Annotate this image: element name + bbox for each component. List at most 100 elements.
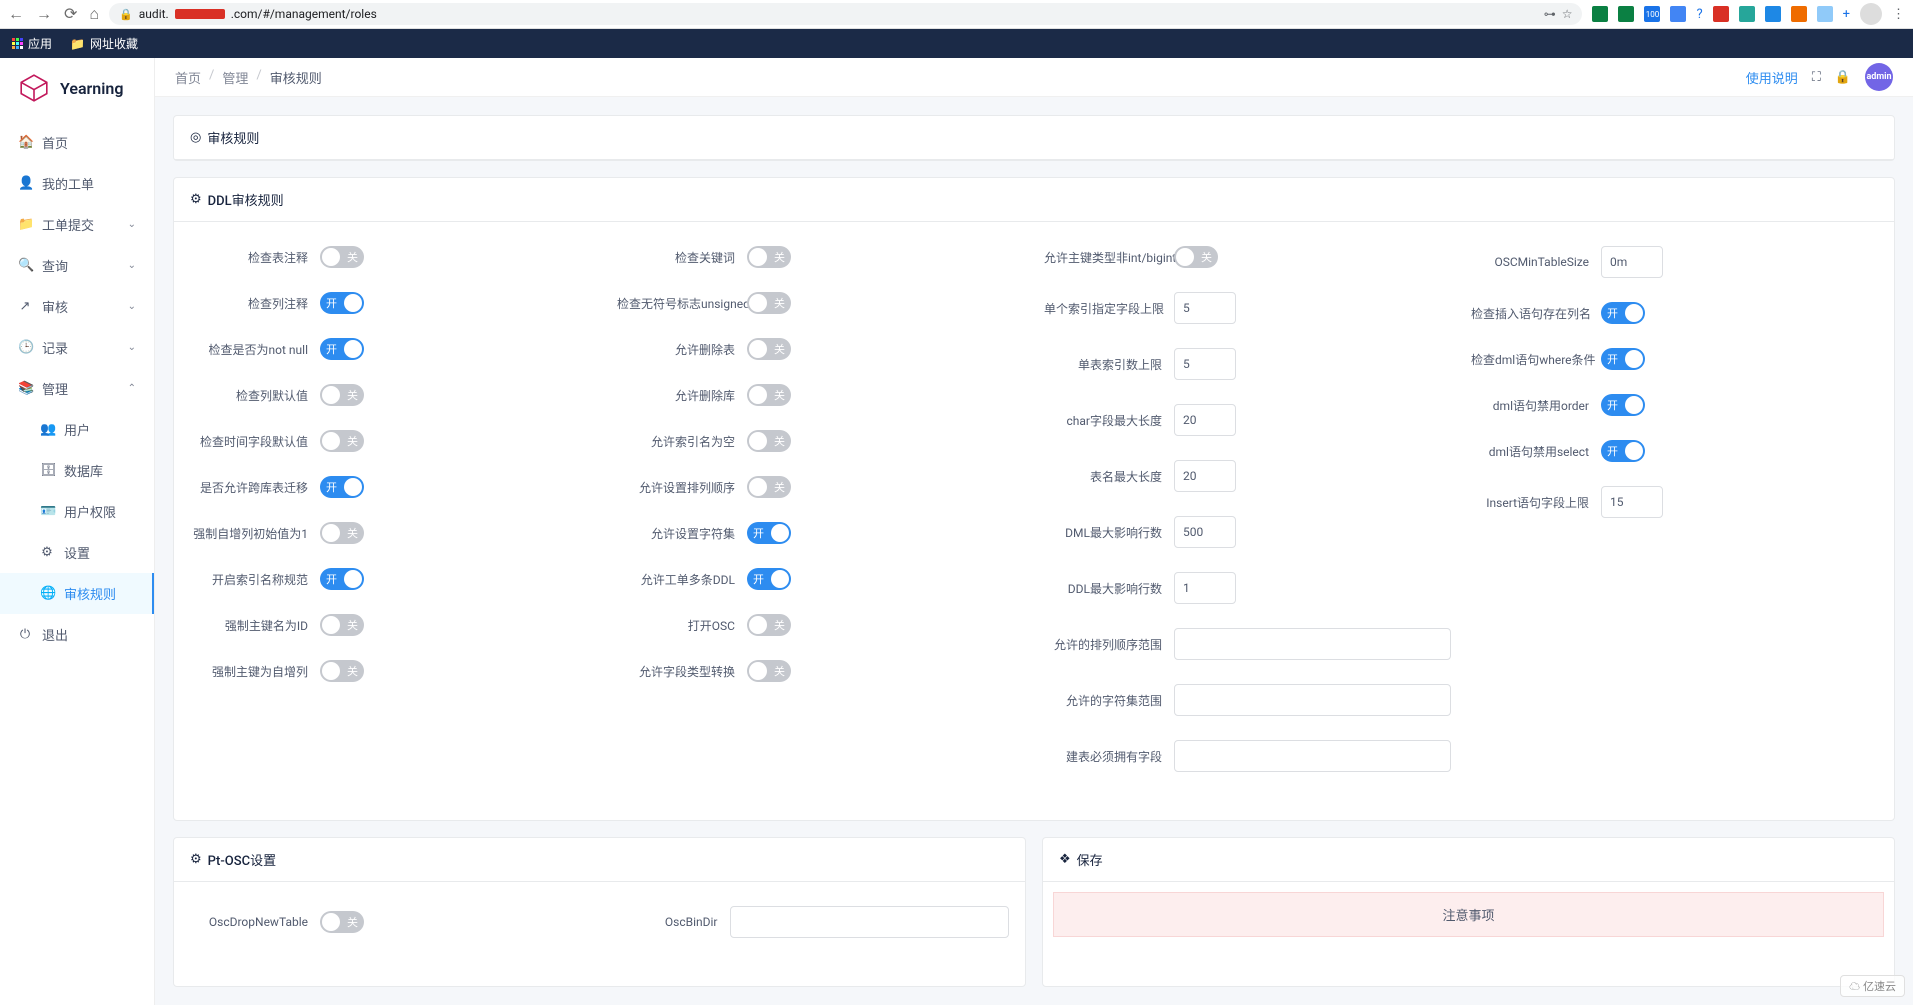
- text-input[interactable]: [1174, 628, 1451, 660]
- ext-icon[interactable]: [1713, 6, 1729, 22]
- fullscreen-icon[interactable]: ⛶: [1812, 70, 1821, 85]
- bookmark-apps[interactable]: 应用: [12, 35, 52, 52]
- sidebar-item-home[interactable]: 🏠首页: [0, 122, 154, 163]
- switch-toggle[interactable]: 关: [747, 660, 791, 682]
- switch-toggle[interactable]: 开: [320, 568, 364, 590]
- input-oscbindir[interactable]: [730, 906, 1010, 938]
- sidebar-item-mywork[interactable]: 👤我的工单: [0, 163, 154, 204]
- ext-icon[interactable]: [1817, 6, 1833, 22]
- form-item: 开启索引名称规范开: [190, 568, 597, 590]
- switch-toggle[interactable]: 关: [747, 384, 791, 406]
- ext-icon[interactable]: [1739, 6, 1755, 22]
- text-input[interactable]: [1174, 460, 1236, 492]
- profile-avatar[interactable]: [1860, 3, 1882, 25]
- ext-icon[interactable]: [1670, 6, 1686, 22]
- admin-avatar[interactable]: admin: [1865, 63, 1893, 91]
- apps-icon: [12, 38, 23, 49]
- ext-icon[interactable]: ?: [1696, 7, 1702, 22]
- switch-toggle[interactable]: 开: [1601, 348, 1645, 370]
- sidebar-item-users[interactable]: 👥用户: [0, 409, 154, 450]
- switch-toggle[interactable]: 开: [320, 338, 364, 360]
- reload-icon[interactable]: ⟳: [64, 4, 77, 24]
- star-icon[interactable]: ☆: [1562, 7, 1573, 21]
- bookmark-favorites[interactable]: 📁 网址收藏: [70, 35, 138, 52]
- switch-toggle[interactable]: 关: [320, 660, 364, 682]
- form-item: 建表必须拥有字段: [1044, 740, 1451, 772]
- text-input[interactable]: [1174, 740, 1451, 772]
- sidebar-item-userperm[interactable]: 🪪用户权限: [0, 491, 154, 532]
- switch-toggle[interactable]: 开: [747, 568, 791, 590]
- sidebar-item-settings[interactable]: ⚙设置: [0, 532, 154, 573]
- field-label: 检查表注释: [190, 249, 320, 266]
- text-input[interactable]: [1174, 348, 1236, 380]
- ext-icon[interactable]: [1592, 6, 1608, 22]
- switch-toggle[interactable]: 关: [747, 476, 791, 498]
- ext-icon[interactable]: [1618, 6, 1634, 22]
- switch-toggle[interactable]: 关: [747, 338, 791, 360]
- switch-oscdropnew[interactable]: 关: [320, 911, 364, 933]
- switch-toggle[interactable]: 关: [320, 430, 364, 452]
- lock-icon[interactable]: 🔒: [1835, 70, 1851, 85]
- switch-toggle[interactable]: 开: [1601, 302, 1645, 324]
- sidebar-item-manage[interactable]: 📚管理⌃: [0, 368, 154, 409]
- field-label: 单个索引指定字段上限: [1044, 300, 1174, 317]
- breadcrumb-manage[interactable]: 管理: [222, 68, 248, 87]
- switch-toggle[interactable]: 关: [747, 292, 791, 314]
- field-label: OscBinDir: [600, 915, 730, 929]
- sidebar-item-record[interactable]: 🕒记录⌄: [0, 327, 154, 368]
- home-icon[interactable]: ⌂: [89, 4, 99, 24]
- sidebar-item-audit[interactable]: ↗审核⌄: [0, 286, 154, 327]
- key-icon[interactable]: ⊶: [1544, 7, 1556, 21]
- sidebar-item-rules[interactable]: 🌐审核规则: [0, 573, 154, 614]
- ext-icon[interactable]: +: [1843, 7, 1850, 22]
- form-item: DML最大影响行数: [1044, 516, 1451, 548]
- switch-toggle[interactable]: 开: [747, 522, 791, 544]
- text-input[interactable]: [1174, 516, 1236, 548]
- form-item: 表名最大长度: [1044, 460, 1451, 492]
- sidebar-item-query[interactable]: 🔍查询⌄: [0, 245, 154, 286]
- sidebar-item-logout[interactable]: ⏻退出: [0, 614, 154, 655]
- breadcrumb-home[interactable]: 首页: [175, 68, 201, 87]
- switch-toggle[interactable]: 关: [747, 246, 791, 268]
- ext-icon[interactable]: 100: [1644, 6, 1660, 22]
- form-item: 允许主键类型非int/bigint关: [1044, 246, 1451, 268]
- logo[interactable]: Yearning: [0, 72, 154, 122]
- field-label: dml语句禁用order: [1471, 397, 1601, 414]
- switch-toggle[interactable]: 开: [1601, 394, 1645, 416]
- field-label: 允许主键类型非int/bigint: [1044, 249, 1174, 266]
- text-input[interactable]: [1174, 292, 1236, 324]
- back-icon[interactable]: ←: [8, 4, 24, 24]
- help-link[interactable]: 使用说明: [1746, 68, 1798, 87]
- content: 审核规则 DDL审核规则 检查表注释关检查列注释开检查是否为not null开检…: [155, 97, 1913, 1005]
- menu-icon[interactable]: ⋮: [1892, 7, 1905, 22]
- field-label: 允许字段类型转换: [617, 663, 747, 680]
- ext-icon[interactable]: [1791, 6, 1807, 22]
- folder-icon: 📁: [70, 37, 85, 51]
- switch-toggle[interactable]: 关: [320, 246, 364, 268]
- switch-toggle[interactable]: 关: [747, 430, 791, 452]
- text-input[interactable]: [1601, 486, 1663, 518]
- folder-icon: 📁: [18, 217, 32, 232]
- field-label: 允许的排列顺序范围: [1044, 636, 1174, 653]
- url-bar[interactable]: 🔒 audit. .com/#/management/roles ⊶ ☆: [109, 3, 1582, 25]
- text-input[interactable]: [1174, 572, 1236, 604]
- form-item: 检查插入语句存在列名开: [1471, 302, 1878, 324]
- switch-toggle[interactable]: 关: [320, 614, 364, 636]
- chevron-down-icon: ⌄: [128, 260, 136, 271]
- sidebar-item-submit[interactable]: 📁工单提交⌄: [0, 204, 154, 245]
- switch-toggle[interactable]: 关: [320, 384, 364, 406]
- sidebar-item-database[interactable]: 🗄数据库: [0, 450, 154, 491]
- ext-icon[interactable]: [1765, 6, 1781, 22]
- switch-toggle[interactable]: 开: [1601, 440, 1645, 462]
- text-input[interactable]: [1174, 684, 1451, 716]
- switch-toggle[interactable]: 关: [747, 614, 791, 636]
- text-input[interactable]: [1174, 404, 1236, 436]
- forward-icon[interactable]: →: [36, 4, 52, 24]
- switch-toggle[interactable]: 开: [320, 292, 364, 314]
- field-label: 单表索引数上限: [1044, 356, 1174, 373]
- switch-toggle[interactable]: 开: [320, 476, 364, 498]
- switch-toggle[interactable]: 关: [320, 522, 364, 544]
- switch-toggle[interactable]: 关: [1174, 246, 1218, 268]
- text-input[interactable]: [1601, 246, 1663, 278]
- external-icon: ↗: [18, 299, 32, 314]
